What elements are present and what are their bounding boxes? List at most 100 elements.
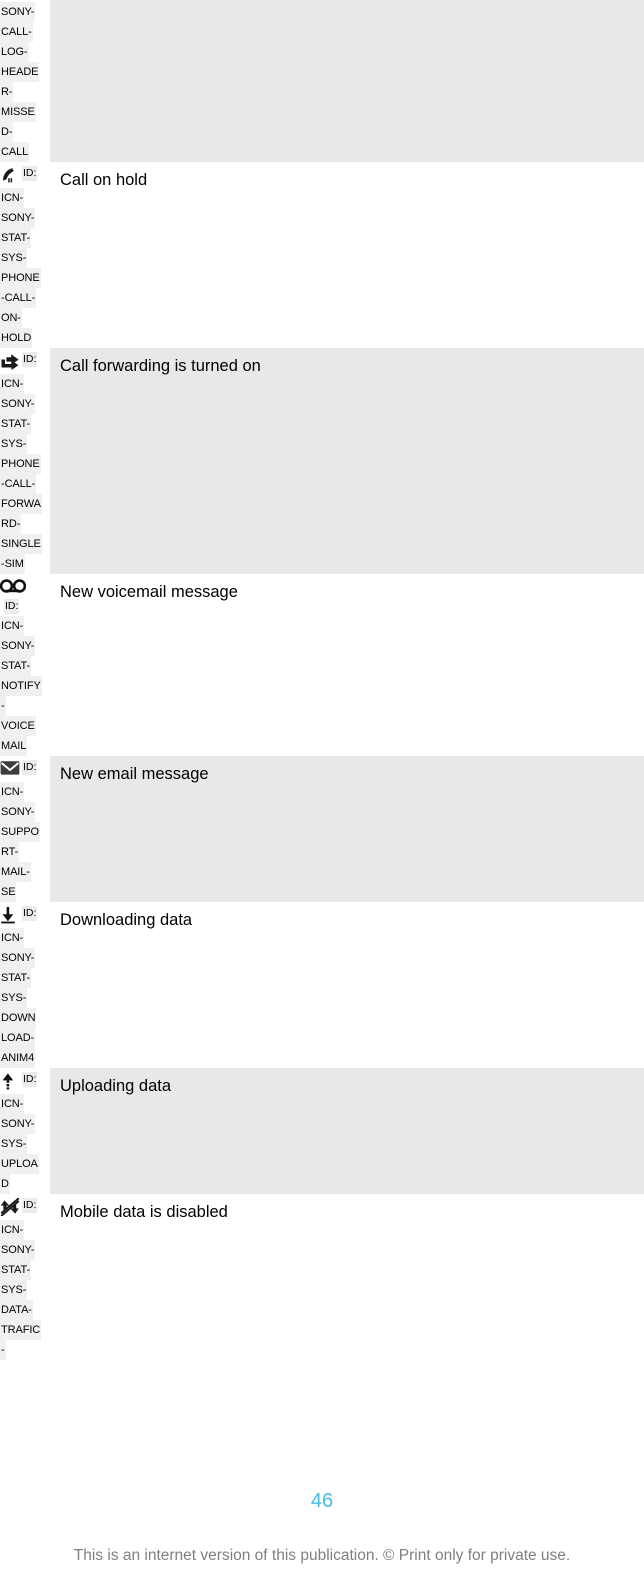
download-icon — [0, 906, 20, 924]
id-label: ID: — [22, 352, 38, 367]
icon-id-token: STAT- — [0, 414, 32, 434]
icon-id-token: - — [0, 696, 6, 716]
icon-id-token: ON- — [0, 308, 22, 328]
icon-id-token: PHONE — [0, 268, 41, 288]
icon-id-token: LOG- — [0, 42, 29, 62]
icon-id-cell: ID: ICN- SONY- SYS- UPLOA D — [0, 1068, 50, 1194]
icon-id-token: SYS- — [0, 1280, 28, 1300]
icon-line: ID: — [0, 756, 50, 780]
id-label: ID: — [22, 1198, 38, 1213]
id-label: ID: — [22, 1072, 38, 1087]
icon-id-box: ID: ICN- SONY- STAT- SYS- DOWN LOAD- ANIM4 — [0, 902, 50, 1068]
icon-id-text: SONY- CALL- LOG- HEADE R- MISSE D- CALL — [0, 0, 50, 162]
call-forward-icon — [0, 352, 20, 370]
icon-id-cell: ID: ICN- SONY- STAT- SYS- DATA- TRAFIC - — [0, 1194, 50, 1360]
icon-id-token: RD- — [0, 514, 22, 534]
icon-description: Downloading data — [60, 911, 193, 929]
icon-id-token: SYS- — [0, 434, 28, 454]
icon-description: Uploading data — [60, 1077, 172, 1095]
icon-id-token: SONY- — [0, 802, 36, 822]
icon-id-token: STAT- — [0, 1260, 32, 1280]
icon-id-token: HEADE — [0, 62, 40, 82]
table-row: ID: ICN- SONY- SYS- UPLOA D Uploading data — [0, 1068, 644, 1194]
icon-id-token: HOLD — [0, 328, 33, 348]
voicemail-icon — [0, 578, 26, 596]
icon-description: New email message — [60, 765, 209, 783]
icon-id-token: SONY- — [0, 2, 36, 22]
table-row: ID: ICN- SONY- STAT- NOTIFY - VOICE MAIL New voi… — [0, 574, 644, 756]
icon-id-token: -SIM — [0, 554, 25, 574]
icon-id-text: ICN- SONY- SYS- UPLOA D — [0, 1092, 50, 1194]
icon-description: Mobile data is disabled — [60, 1203, 228, 1221]
icon-id-token: DOWN — [0, 1008, 37, 1028]
icon-id-token: MISSE — [0, 102, 36, 122]
icon-id-token: ICN- — [0, 1094, 25, 1114]
icon-id-text: ICN- SONY- STAT- SYS- DOWN LOAD- ANIM4 — [0, 926, 50, 1068]
page-number: 46 — [310, 1490, 334, 1512]
icon-id-token: TRAFIC — [0, 1320, 42, 1340]
icon-id-token: ANIM4 — [0, 1048, 36, 1068]
manual-page: SONY- CALL- LOG- HEADE R- MISSE D- CALL ID: ICN- S… — [0, 0, 644, 1588]
icon-id-cell: ID: ICN- SONY- STAT- NOTIFY - VOICE MAIL — [0, 574, 50, 756]
icon-id-token: ICN- — [0, 374, 25, 394]
icon-description: New voicemail message — [60, 583, 238, 601]
icon-description: Call forwarding is turned on — [60, 357, 261, 375]
icon-line: ID: — [0, 1194, 50, 1218]
icon-id-token: LOAD- — [0, 1028, 36, 1048]
table-row: ID: ICN- SONY- SUPPO RT- MAIL- SE New email mes… — [0, 756, 644, 902]
table-row: SONY- CALL- LOG- HEADE R- MISSE D- CALL — [0, 0, 644, 162]
icon-description-cell: Call forwarding is turned on — [50, 348, 644, 574]
icon-line: ID: — [0, 348, 50, 372]
icon-id-token: MAIL- — [0, 862, 31, 882]
icon-line: ID: — [0, 574, 50, 614]
upload-icon — [0, 1072, 20, 1090]
icon-description-cell: Mobile data is disabled — [50, 1194, 644, 1360]
id-label: ID: — [22, 760, 38, 775]
icon-id-token: SONY- — [0, 1114, 36, 1134]
icon-description-cell: Downloading data — [50, 902, 644, 1068]
icon-id-token: SINGLE — [0, 534, 42, 554]
icon-id-box: SONY- CALL- LOG- HEADE R- MISSE D- CALL — [0, 0, 50, 162]
mobile-data-disabled-icon — [0, 1198, 20, 1216]
icon-id-token: PHONE — [0, 454, 41, 474]
icon-id-token: SE — [0, 882, 17, 902]
id-label: ID: — [22, 166, 38, 181]
icon-description-cell: New voicemail message — [50, 574, 644, 756]
icon-id-cell: ID: ICN- SONY- STAT- SYS- DOWN LOAD- ANIM4 — [0, 902, 50, 1068]
email-icon — [0, 760, 20, 778]
icon-id-token: -CALL- — [0, 474, 37, 494]
icon-id-token: SONY- — [0, 636, 36, 656]
icon-description-cell: Call on hold — [50, 162, 644, 348]
icon-id-token: DATA- — [0, 1300, 33, 1320]
id-label: ID: — [4, 599, 20, 614]
icon-id-token: SYS- — [0, 1134, 28, 1154]
icon-id-token: NOTIFY — [0, 676, 42, 696]
icon-line: ID: — [0, 162, 50, 186]
icon-id-token: ICN- — [0, 782, 25, 802]
table-row: ID: ICN- SONY- STAT- SYS- DOWN LOAD- ANIM4 Downl… — [0, 902, 644, 1068]
icon-id-token: STAT- — [0, 968, 32, 988]
icon-id-token: SYS- — [0, 248, 28, 268]
icon-id-token: R- — [0, 82, 14, 102]
icon-id-token: - — [0, 1340, 6, 1360]
icon-description-cell — [50, 0, 644, 162]
status-icon-table: SONY- CALL- LOG- HEADE R- MISSE D- CALL ID: ICN- S… — [0, 0, 644, 1360]
icon-id-token: SONY- — [0, 1240, 36, 1260]
icon-description — [50, 0, 644, 8]
icon-id-token: ICN- — [0, 1220, 25, 1240]
icon-id-token: ICN- — [0, 188, 25, 208]
table-row: ID: ICN- SONY- STAT- SYS- DATA- TRAFIC - Mobile … — [0, 1194, 644, 1360]
table-row: ID: ICN- SONY- STAT- SYS- PHONE -CALL- FORWA RD-… — [0, 348, 644, 574]
icon-id-token: D — [0, 1174, 10, 1194]
icon-id-box: ID: ICN- SONY- SUPPO RT- MAIL- SE — [0, 756, 50, 902]
footer-disclaimer: This is an internet version of this publ… — [73, 1547, 571, 1564]
icon-id-token: STAT- — [0, 228, 32, 248]
id-label: ID: — [22, 906, 38, 921]
icon-id-text: ICN- SONY- STAT- NOTIFY - VOICE MAIL — [0, 614, 50, 756]
icon-id-token: RT- — [0, 842, 20, 862]
icon-id-token: STAT- — [0, 656, 32, 676]
icon-id-text: ICN- SONY- STAT- SYS- PHONE -CALL- FORWA RD- SIN… — [0, 372, 50, 574]
icon-id-box: ID: ICN- SONY- STAT- SYS- PHONE -CALL- ON- HOLD — [0, 162, 50, 348]
icon-id-token: ICN- — [0, 928, 25, 948]
icon-id-box: ID: ICN- SONY- STAT- SYS- PHONE -CALL- FORWA RD-… — [0, 348, 50, 574]
